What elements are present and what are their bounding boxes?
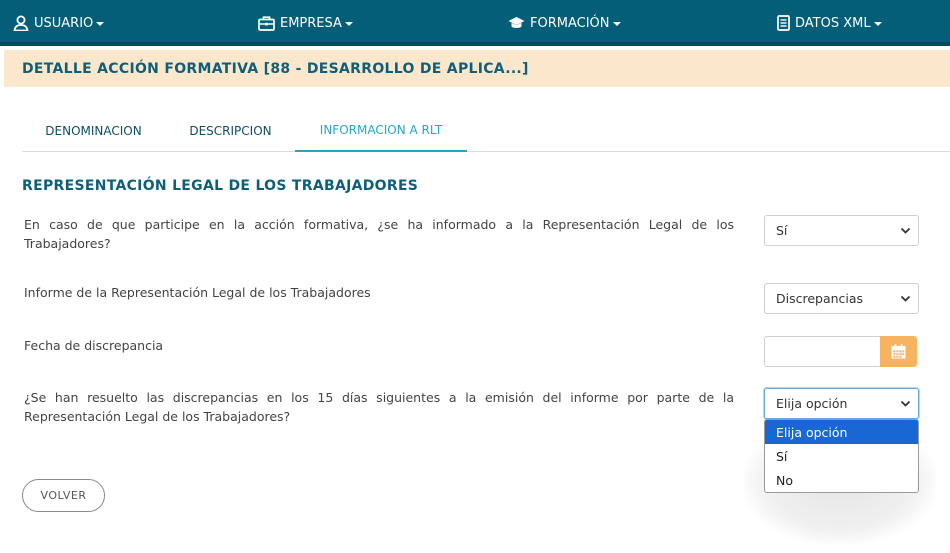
dropdown-option-si[interactable]: Sí <box>765 444 918 468</box>
tab-bar: DENOMINACION DESCRIPCION INFORMACION A R… <box>22 109 950 152</box>
calendar-icon <box>891 344 906 359</box>
question-informe-label: Informe de la Representación Legal de lo… <box>24 285 371 300</box>
caret-down-icon <box>612 22 621 26</box>
tab-informacion-rlt[interactable]: INFORMACION A RLT <box>295 109 467 152</box>
informado-select-value: Sí <box>776 223 788 238</box>
chevron-down-icon <box>900 400 911 407</box>
dropdown-option-elija[interactable]: Elija opción <box>765 420 918 444</box>
tab-descripcion[interactable]: DESCRIPCION <box>171 109 290 152</box>
resuelto-dropdown-list: Elija opción Sí No <box>764 419 919 493</box>
caret-down-icon <box>873 22 882 26</box>
question-resuelto-label: ¿Se han resuelto las discrepancias en lo… <box>24 390 734 424</box>
nav-empresa-label: EMPRESA <box>280 15 342 31</box>
chevron-down-icon <box>900 227 911 234</box>
informado-select[interactable]: Sí <box>764 215 919 246</box>
section-title: REPRESENTACIÓN LEGAL DE LOS TRABAJADORES <box>22 178 419 194</box>
briefcase-icon <box>258 15 275 31</box>
dropdown-option-no[interactable]: No <box>765 468 918 492</box>
volver-button[interactable]: VOLVER <box>22 479 105 512</box>
chevron-down-icon <box>900 295 911 302</box>
calendar-button[interactable] <box>880 336 917 367</box>
page-title: DETALLE ACCIÓN FORMATIVA [88 - DESARROLL… <box>22 60 529 77</box>
nav-datos-xml-label: DATOS XML <box>795 15 871 31</box>
informe-select-value: Discrepancias <box>776 291 864 306</box>
nav-formacion[interactable]: FORMACIÓN <box>508 0 621 46</box>
nav-usuario[interactable]: USUARIO <box>13 0 105 46</box>
tab-descripcion-label: DESCRIPCION <box>189 123 272 138</box>
tab-denominacion-label: DENOMINACION <box>45 123 142 138</box>
caret-down-icon <box>344 22 353 26</box>
document-icon <box>777 15 790 31</box>
caret-down-icon <box>96 22 105 26</box>
nav-datos-xml[interactable]: DATOS XML <box>777 0 882 46</box>
resuelto-select[interactable]: Elija opción <box>764 388 919 419</box>
question-informado-label: En caso de que participe en la acción fo… <box>24 217 734 251</box>
top-navbar: USUARIO EMPRESA FORMACIÓN DATOS XML <box>0 0 950 46</box>
graduation-cap-icon <box>508 17 525 28</box>
tab-informacion-rlt-label: INFORMACION A RLT <box>319 122 443 137</box>
fecha-discrepancia-input[interactable] <box>764 336 881 367</box>
page-title-band: DETALLE ACCIÓN FORMATIVA [88 - DESARROLL… <box>4 50 950 87</box>
question-fecha-label: Fecha de discrepancia <box>24 338 164 353</box>
resuelto-select-value: Elija opción <box>776 396 848 411</box>
nav-usuario-label: USUARIO <box>34 15 94 31</box>
user-icon <box>13 15 29 31</box>
informe-select[interactable]: Discrepancias <box>764 283 919 314</box>
nav-formacion-label: FORMACIÓN <box>530 15 610 31</box>
nav-empresa[interactable]: EMPRESA <box>258 0 353 46</box>
tab-denominacion[interactable]: DENOMINACION <box>22 109 165 152</box>
